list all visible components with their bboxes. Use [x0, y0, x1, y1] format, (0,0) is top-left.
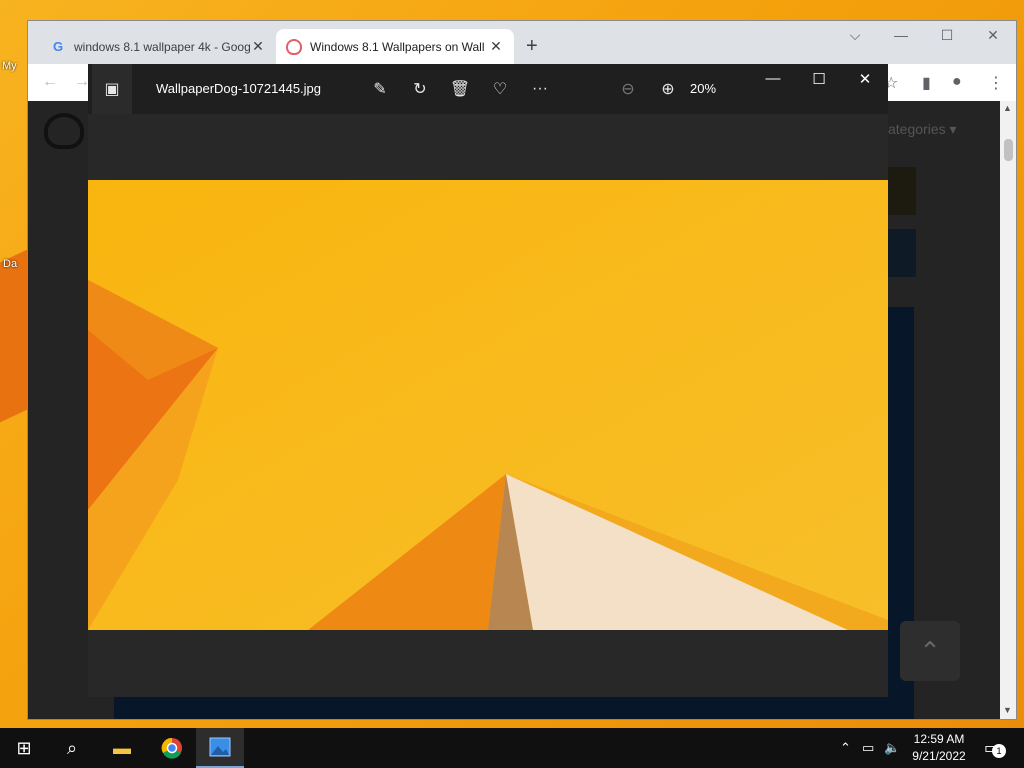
scroll-to-top-button[interactable]: ⌃: [900, 621, 960, 681]
zoom-level[interactable]: 20%: [690, 81, 716, 96]
categories-dropdown[interactable]: ategories ▾: [888, 121, 957, 138]
close-tab-icon[interactable]: ✕: [488, 38, 504, 55]
wallpaperdog-icon: [286, 38, 302, 55]
page-banner: [888, 167, 916, 215]
photos-viewer-window: ▣ WallpaperDog-10721445.jpg ✎ ↻ 🗑 ♡ ··· …: [88, 64, 888, 697]
photos-minimize-button[interactable]: —: [750, 70, 796, 96]
edit-icon[interactable]: ✎: [360, 64, 400, 114]
side-panel-icon[interactable]: ▮: [922, 73, 931, 93]
notification-count-badge: 1: [992, 744, 1006, 758]
favorite-icon[interactable]: ♡: [480, 64, 520, 114]
photos-close-button[interactable]: ✕: [842, 70, 888, 96]
rotate-icon[interactable]: ↻: [400, 64, 440, 114]
tab-title: windows 8.1 wallpaper 4k - Goog: [74, 39, 250, 54]
more-icon[interactable]: ···: [520, 64, 560, 114]
maximize-button[interactable]: ☐: [932, 27, 962, 44]
tab-strip: G windows 8.1 wallpaper 4k - Goog ✕ Wind…: [28, 21, 1016, 64]
desktop-icon-label[interactable]: Da: [3, 258, 17, 270]
clock[interactable]: 12:59 AM 9/21/2022: [904, 731, 974, 765]
show-hidden-icons-icon[interactable]: ⌃: [840, 740, 851, 756]
tab-title: Windows 8.1 Wallpapers on Wall: [310, 39, 485, 54]
tab-google-search[interactable]: G windows 8.1 wallpaper 4k - Goog ✕: [40, 29, 276, 64]
back-icon[interactable]: ←: [42, 73, 58, 91]
scroll-down-arrow[interactable]: ▼: [1003, 705, 1012, 715]
photos-toolbar: ▣ WallpaperDog-10721445.jpg ✎ ↻ 🗑 ♡ ··· …: [88, 64, 888, 114]
page-search-bar[interactable]: [888, 229, 916, 277]
taskbar: ⊞ ⌕ ▬ ⌃ ▭ 🔈 12:59 AM 9/21/2022 ▭ 1: [0, 728, 1024, 768]
volume-icon[interactable]: 🔈: [884, 740, 900, 756]
photos-maximize-button[interactable]: ☐: [796, 70, 842, 96]
chrome-logo: [161, 737, 182, 759]
file-name: WallpaperDog-10721445.jpg: [156, 81, 322, 96]
google-icon: G: [52, 39, 64, 54]
wallpaper-image: [88, 180, 888, 630]
photos-app-logo: [209, 737, 231, 757]
scroll-up-arrow[interactable]: ▲: [1003, 103, 1012, 113]
search-icon[interactable]: ⌕: [48, 728, 96, 768]
delete-icon[interactable]: 🗑: [440, 64, 480, 114]
zoom-out-icon[interactable]: ⊖: [608, 64, 648, 114]
desktop-icon-label[interactable]: My: [2, 60, 17, 72]
network-icon[interactable]: ▭: [862, 740, 874, 756]
minimize-button[interactable]: —: [886, 27, 916, 43]
profile-icon[interactable]: ●: [952, 73, 962, 91]
site-logo[interactable]: [44, 113, 84, 149]
photos-icon[interactable]: [196, 728, 244, 768]
clock-time: 12:59 AM: [913, 732, 965, 746]
close-window-button[interactable]: ✕: [978, 27, 1008, 44]
menu-icon[interactable]: ⋮: [988, 73, 1004, 93]
zoom-in-icon[interactable]: ⊕: [648, 64, 688, 114]
page-scrollbar[interactable]: ▲ ▼: [1000, 101, 1016, 719]
scroll-thumb[interactable]: [1004, 139, 1013, 161]
collection-icon[interactable]: ▣: [92, 64, 132, 114]
tab-search-button[interactable]: ⌵: [840, 27, 870, 44]
new-tab-button[interactable]: +: [526, 35, 538, 58]
close-tab-icon[interactable]: ✕: [250, 38, 266, 55]
photo-image[interactable]: [88, 180, 888, 630]
file-explorer-icon[interactable]: ▬: [98, 728, 146, 768]
start-icon[interactable]: ⊞: [0, 728, 48, 768]
clock-date: 9/21/2022: [912, 749, 966, 763]
tab-wallpaperdog[interactable]: Windows 8.1 Wallpapers on Wall ✕: [276, 29, 514, 64]
chrome-icon[interactable]: [148, 728, 196, 768]
